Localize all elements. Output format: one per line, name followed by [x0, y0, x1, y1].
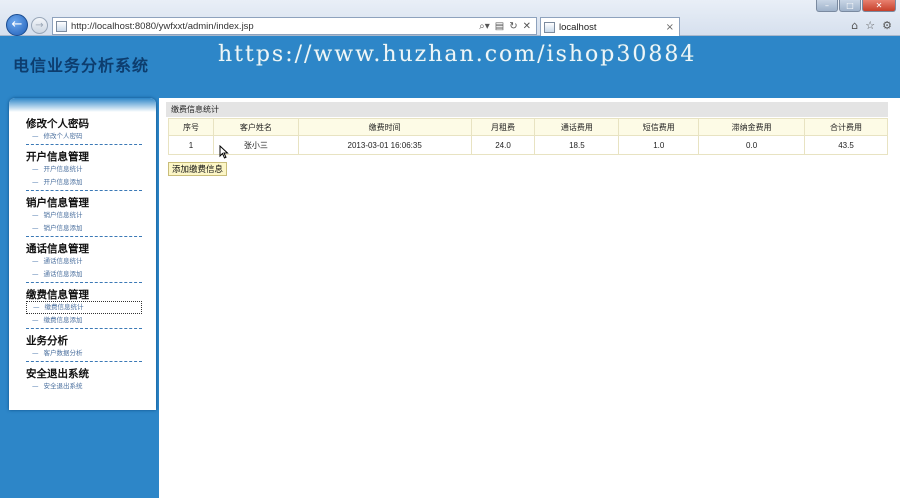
tab-title: localhost	[559, 21, 597, 33]
table-row: 1 张小三 2013-03-01 16:06:35 24.0 18.5 1.0 …	[168, 135, 888, 155]
menu-item-logout[interactable]: — 安全退出系统	[26, 380, 142, 393]
column-header: 月租费	[470, 118, 536, 136]
search-icon[interactable]: ⌕▾	[479, 21, 490, 32]
forward-button[interactable]: →	[31, 17, 48, 34]
menu-group-title: 通话信息管理	[26, 243, 89, 255]
browser-tools: ⌂ ☆ ⚙	[851, 19, 892, 32]
menu-group-title: 销户信息管理	[26, 197, 89, 209]
menu-group-title: 开户信息管理	[26, 151, 89, 163]
close-window-button[interactable]: ✕	[862, 0, 896, 12]
menu-group-close-account: 销户信息管理 — 销户信息统计 — 销户信息添加	[9, 191, 156, 237]
page-icon	[56, 20, 67, 32]
add-payment-button[interactable]: 添加缴费信息	[168, 162, 228, 176]
table-cell: 24.0	[470, 135, 536, 155]
menu-group-analysis: 业务分析 — 客户数据分析	[9, 329, 156, 362]
column-header: 滞纳金费用	[698, 118, 806, 136]
browser-chrome: – □ ✕ ← → http://localhost:8080/ywfxxt/a…	[0, 0, 900, 36]
table-cell: 18.5	[534, 135, 620, 155]
browser-tab[interactable]: localhost ×	[540, 17, 680, 36]
minimize-button[interactable]: –	[816, 0, 838, 12]
menu-item-close-account-add[interactable]: — 销户信息添加	[26, 222, 142, 235]
table-cell: 0.0	[698, 135, 806, 155]
table-cell: 43.5	[804, 135, 888, 155]
gear-icon[interactable]: ⚙	[882, 19, 892, 32]
table-header-row: 序号 客户姓名 缴费时间 月租费 通话费用 短信费用 滞纳金费用 合计费用	[168, 118, 888, 136]
menu-group-calls: 通话信息管理 — 通话信息统计 — 通话信息添加	[9, 237, 156, 283]
menu-group-title: 修改个人密码	[26, 118, 89, 130]
refresh-icon[interactable]: ↻	[509, 21, 517, 32]
forward-arrow-icon: →	[35, 20, 44, 31]
column-header: 缴费时间	[297, 118, 472, 136]
tab-close-icon[interactable]: ×	[666, 22, 679, 33]
address-bar[interactable]: http://localhost:8080/ywfxxt/admin/index…	[52, 17, 537, 35]
menu-item-open-account-stats[interactable]: — 开户信息统计	[26, 163, 142, 176]
menu-item-customer-analysis[interactable]: — 客户数据分析	[26, 347, 142, 360]
table-cell: 1	[168, 135, 214, 155]
tab-page-icon	[544, 21, 555, 33]
column-header: 通话费用	[534, 118, 620, 136]
stop-icon[interactable]: ✕	[523, 21, 531, 32]
menu-group-title: 业务分析	[26, 335, 68, 347]
favorites-star-icon[interactable]: ☆	[865, 19, 875, 32]
menu-group-open-account: 开户信息管理 — 开户信息统计 — 开户信息添加	[9, 145, 156, 191]
panel-title: 缴费信息统计	[166, 102, 888, 117]
sidebar: 修改个人密码 — 修改个人密码 开户信息管理 — 开户信息统计 — 开户信息添加 销户…	[9, 98, 156, 410]
home-icon[interactable]: ⌂	[851, 19, 858, 32]
back-button[interactable]: ←	[6, 14, 28, 36]
menu-item-payments-add[interactable]: — 缴费信息添加	[26, 314, 142, 327]
menu-item-calls-add[interactable]: — 通话信息添加	[26, 268, 142, 281]
app-title: 电信业务分析系统	[13, 56, 150, 75]
column-header: 短信费用	[618, 118, 700, 136]
table-cell: 2013-03-01 16:06:35	[297, 135, 472, 155]
window-controls: – □ ✕	[816, 0, 896, 12]
menu-group-title: 安全退出系统	[26, 368, 89, 380]
compat-view-icon[interactable]: ▤	[495, 21, 504, 32]
payments-table: 序号 客户姓名 缴费时间 月租费 通话费用 短信费用 滞纳金费用 合计费用 1 …	[168, 118, 888, 155]
column-header: 合计费用	[804, 118, 888, 136]
menu-item-payments-stats[interactable]: — 缴费信息统计	[26, 301, 142, 314]
menu-group-password: 修改个人密码 — 修改个人密码	[9, 112, 156, 145]
menu-group-payments: 缴费信息管理 — 缴费信息统计 — 缴费信息添加	[9, 283, 156, 329]
menu-item-change-password[interactable]: — 修改个人密码	[26, 130, 142, 143]
menu-group-title: 缴费信息管理	[26, 289, 89, 301]
menu-item-open-account-add[interactable]: — 开户信息添加	[26, 176, 142, 189]
url-text[interactable]: http://localhost:8080/ywfxxt/admin/index…	[71, 21, 479, 32]
back-arrow-icon: ←	[11, 17, 23, 32]
maximize-button[interactable]: □	[839, 0, 861, 12]
column-header: 序号	[168, 118, 214, 136]
menu-group-logout: 安全退出系统 — 安全退出系统	[9, 362, 156, 393]
column-header: 客户姓名	[212, 118, 299, 136]
address-tools: ⌕▾ ▤ ↻ ✕	[479, 21, 536, 32]
watermark: https://www.huzhan.com/ishop30884	[218, 42, 697, 67]
menu-item-calls-stats[interactable]: — 通话信息统计	[26, 255, 142, 268]
main-content: 缴费信息统计 序号 客户姓名 缴费时间 月租费 通话费用 短信费用 滞纳金费用 …	[159, 98, 900, 498]
table-cell: 1.0	[618, 135, 700, 155]
menu-item-close-account-stats[interactable]: — 销户信息统计	[26, 209, 142, 222]
mouse-cursor-icon	[219, 145, 229, 159]
